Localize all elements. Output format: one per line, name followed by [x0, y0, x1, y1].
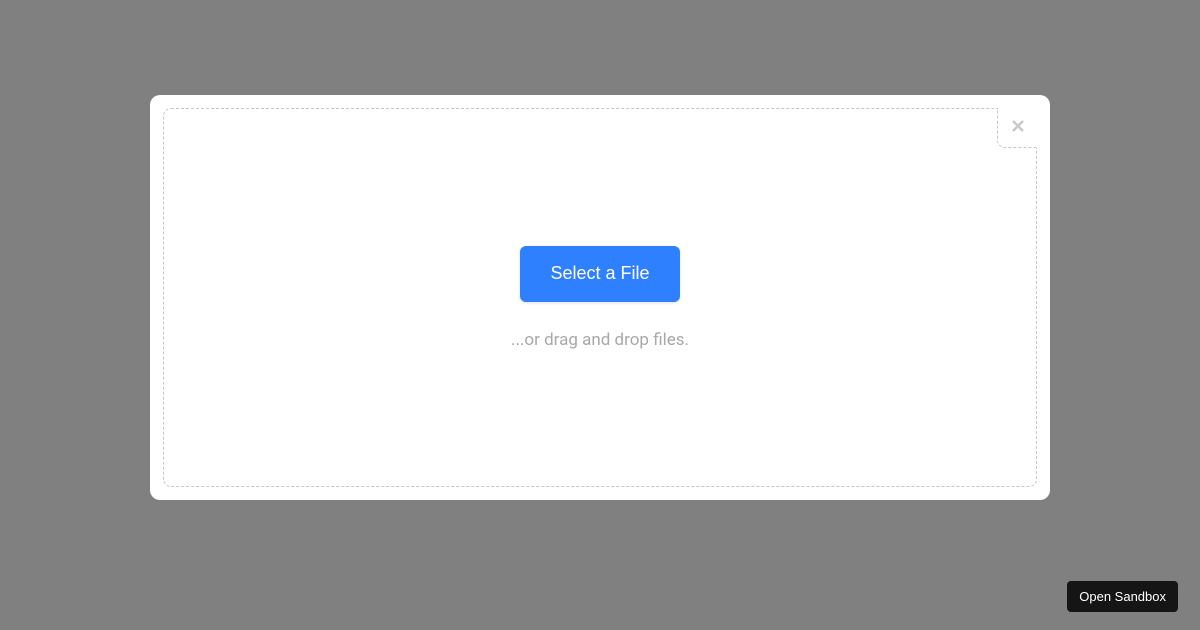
select-file-button[interactable]: Select a File [520, 246, 679, 302]
open-sandbox-button[interactable]: Open Sandbox [1067, 581, 1178, 612]
file-drop-area[interactable]: Select a File ...or drag and drop files. [163, 108, 1037, 487]
drag-drop-hint: ...or drag and drop files. [511, 330, 689, 350]
close-icon [1010, 118, 1026, 138]
close-button[interactable] [997, 108, 1037, 148]
file-upload-modal: Select a File ...or drag and drop files. [150, 95, 1050, 500]
